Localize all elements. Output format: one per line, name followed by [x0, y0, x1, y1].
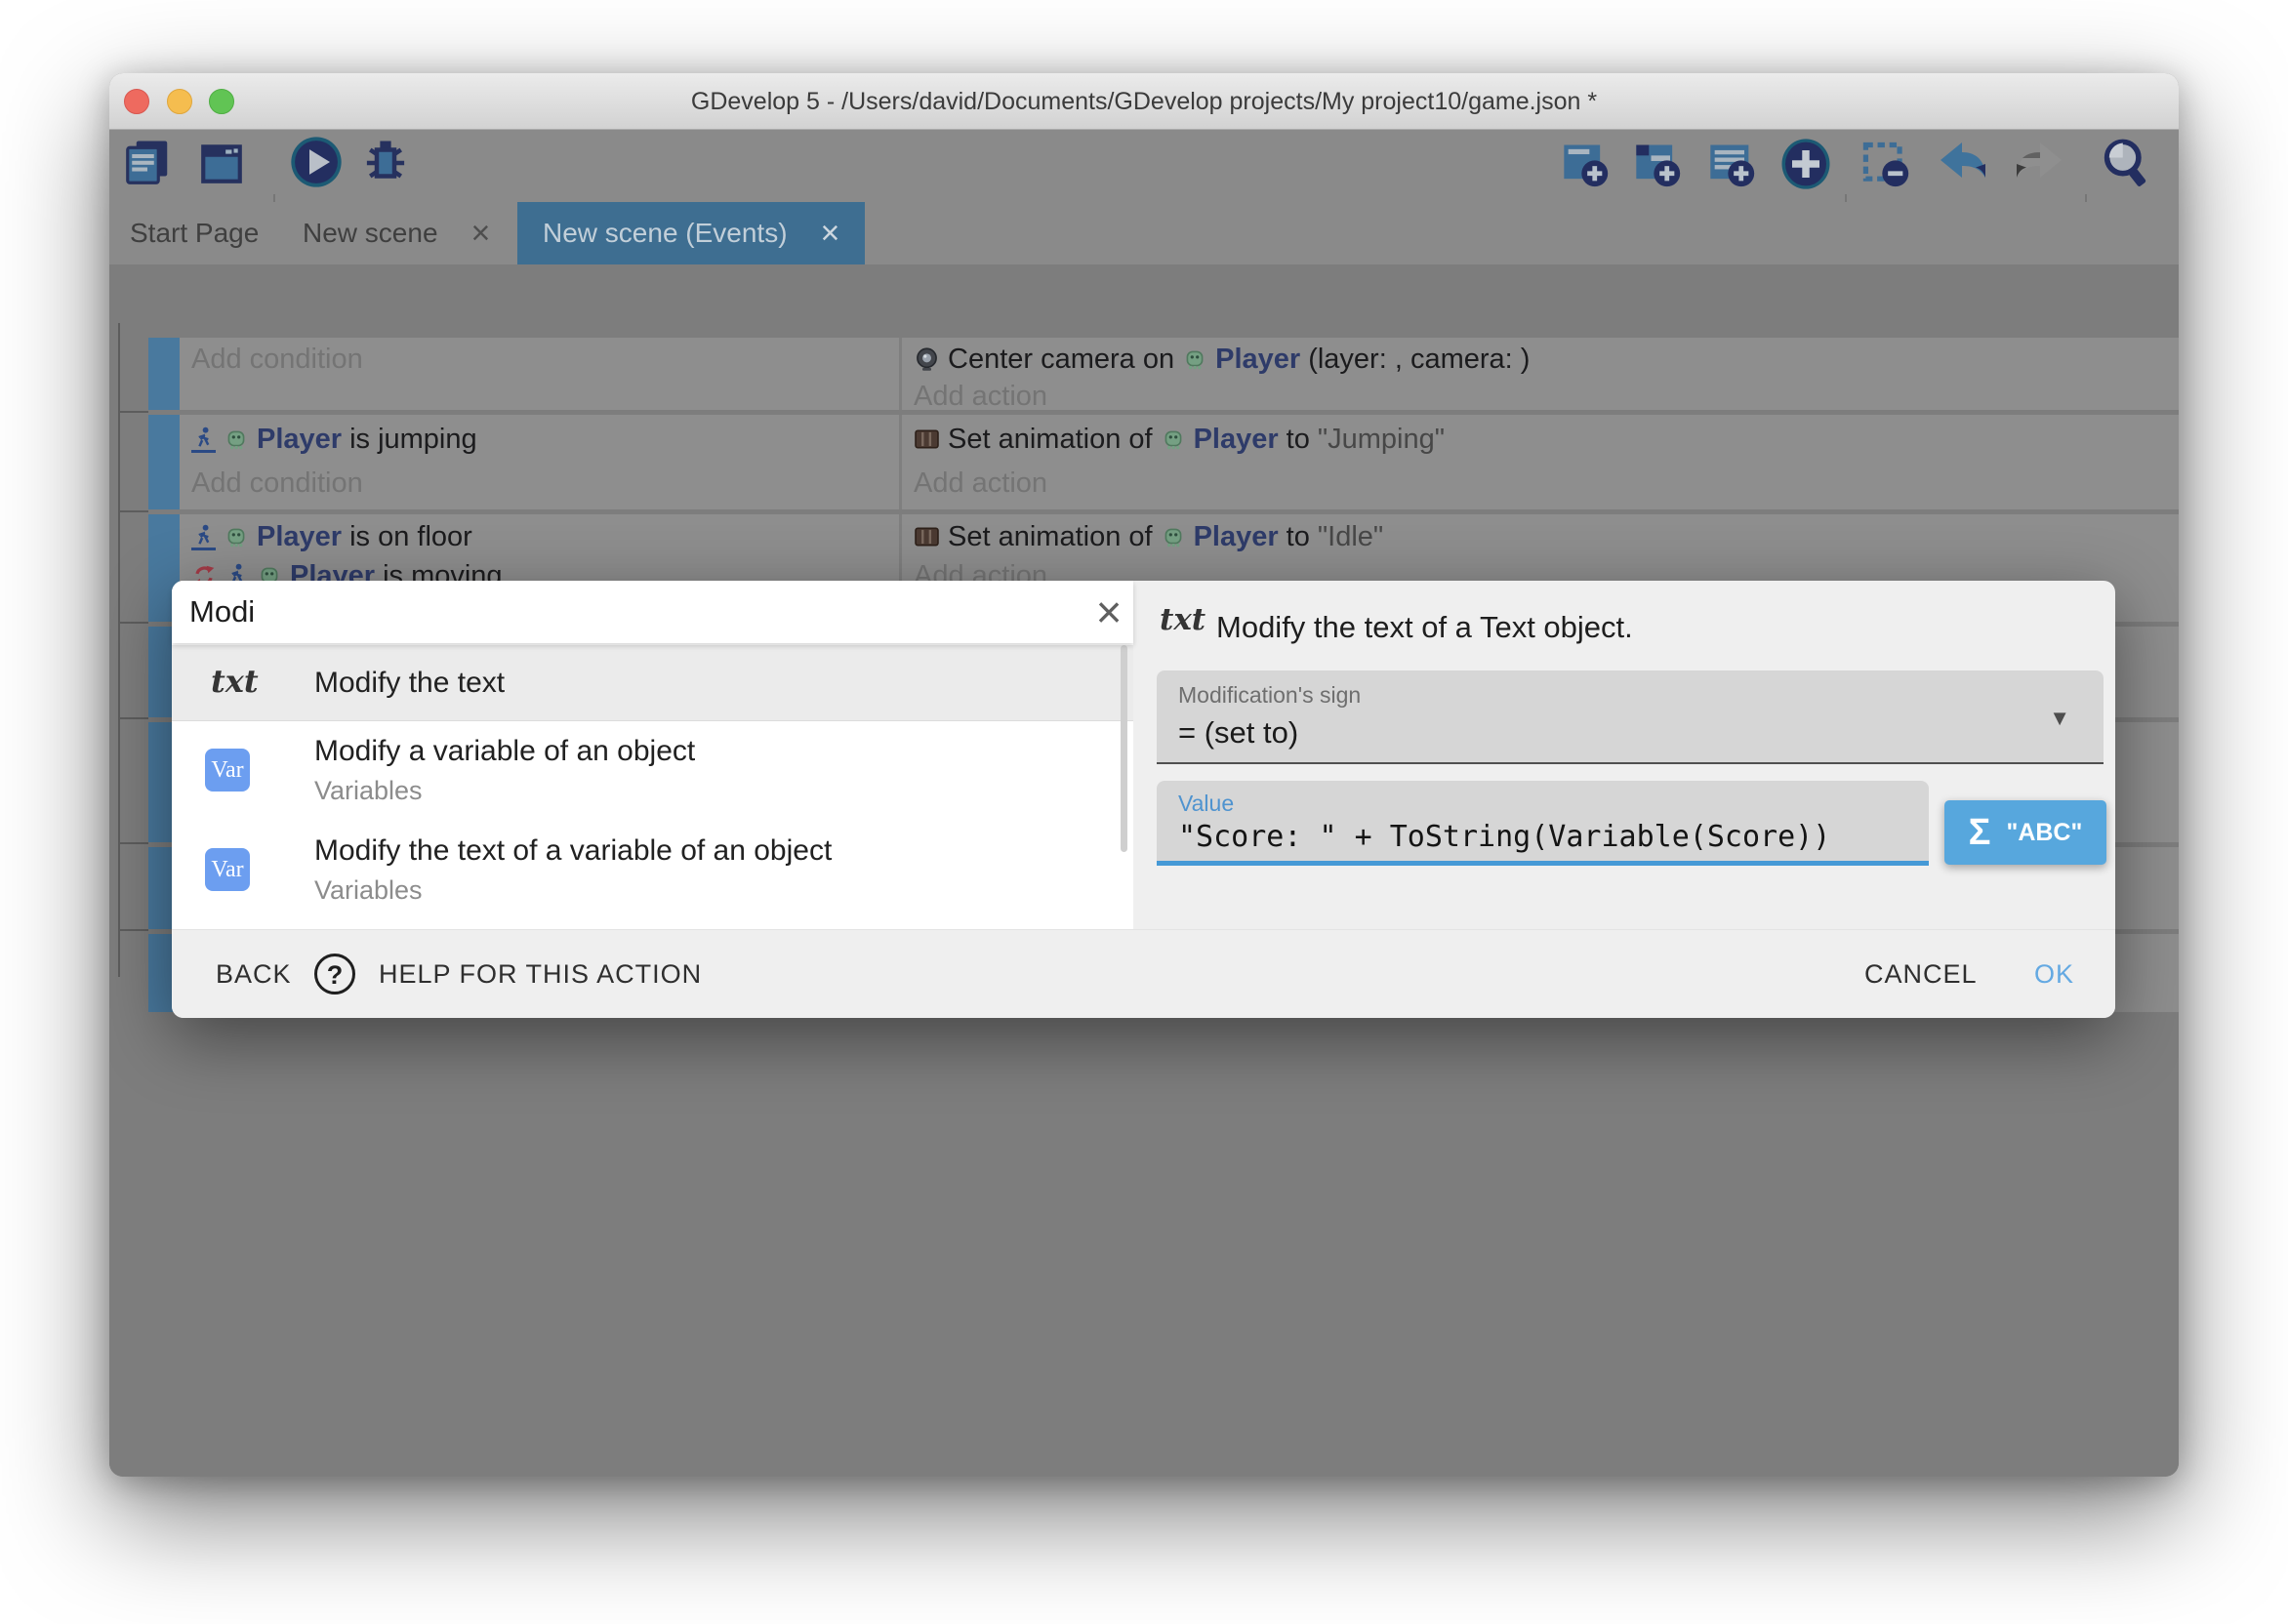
condition-action-divider: [899, 415, 902, 509]
event-tree-stub: [118, 842, 148, 844]
delete-selection-icon[interactable]: [1860, 139, 1911, 194]
ok-button[interactable]: OK: [2034, 930, 2074, 1019]
app-window: GDevelop 5 - /Users/david/Documents/GDev…: [109, 73, 2179, 1477]
camera-icon: [914, 346, 940, 373]
list-item-title: Modify the text: [314, 667, 505, 700]
window-title: GDevelop 5 - /Users/david/Documents/GDev…: [109, 73, 2179, 130]
expression-builder-button[interactable]: Σ "ABC": [1944, 800, 2106, 865]
close-icon[interactable]: ×: [1087, 583, 1130, 641]
player-object-icon: [1161, 426, 1186, 452]
list-scrollbar-thumb[interactable]: [1121, 645, 1127, 852]
field-label: Modification's sign: [1178, 682, 1361, 709]
add-event-icon[interactable]: [1560, 139, 1611, 194]
scene-editor-icon[interactable]: [197, 139, 246, 192]
project-manager-icon[interactable]: [121, 137, 174, 194]
list-item-modify-variable-text[interactable]: Var Modify the text of a variable of an …: [172, 825, 1133, 924]
tab-bar: Start Page New scene × New scene (Events…: [109, 202, 2179, 264]
instruction-editor-dialog: txt Modify the text Var Modify a variabl…: [172, 581, 2115, 1018]
focus-underline: [1157, 861, 1929, 866]
action-set-animation[interactable]: Set animation of Player to "Jumping": [914, 422, 1445, 457]
titlebar: GDevelop 5 - /Users/david/Documents/GDev…: [109, 73, 2179, 130]
back-button[interactable]: BACK: [216, 930, 292, 1019]
chevron-down-icon[interactable]: ▼: [2049, 706, 2070, 731]
add-comment-icon[interactable]: [1706, 139, 1757, 194]
variable-action-icon: Var: [205, 749, 250, 792]
add-condition-link[interactable]: Add condition: [191, 466, 363, 501]
add-condition-link[interactable]: Add condition: [191, 342, 363, 377]
list-item-modify-text[interactable]: txt Modify the text: [172, 645, 1133, 721]
event-tree-stub: [118, 929, 148, 931]
tab-new-scene-events[interactable]: New scene (Events) ×: [517, 202, 865, 264]
abc-label: "ABC": [2006, 819, 2082, 847]
search-input[interactable]: [189, 589, 1029, 635]
event-row: Add condition Center camera on Player (l…: [180, 338, 2179, 410]
animation-icon: [914, 525, 940, 548]
add-action-link[interactable]: Add action: [914, 379, 1047, 414]
text-action-icon: txt: [1160, 602, 1205, 637]
field-value: = (set to): [1178, 715, 1298, 751]
list-item-subtitle: Variables: [314, 776, 423, 806]
platformer-behavior-icon: [191, 523, 216, 550]
help-icon[interactable]: ?: [314, 954, 355, 995]
add-sub-event-icon[interactable]: [1632, 139, 1683, 194]
close-tab-icon[interactable]: ×: [471, 215, 491, 253]
condition-action-divider: [899, 338, 902, 410]
list-item-subtitle: Variables: [314, 875, 423, 906]
player-object-icon: [224, 426, 249, 452]
condition-is-jumping[interactable]: Player is jumping: [191, 422, 477, 457]
debug-icon[interactable]: [359, 137, 412, 194]
cancel-button[interactable]: CANCEL: [1864, 930, 1978, 1019]
action-set-animation[interactable]: Set animation of Player to "Idle": [914, 519, 1383, 554]
player-object-icon: [1182, 346, 1207, 372]
help-button[interactable]: HELP FOR THIS ACTION: [379, 930, 702, 1019]
zoom-window-button[interactable]: [209, 89, 234, 114]
platformer-behavior-icon: [191, 426, 216, 453]
tab-label: New scene: [303, 218, 438, 249]
player-object-icon: [1161, 524, 1186, 549]
list-item-title: Modify a variable of an object: [314, 735, 695, 768]
text-action-icon: txt: [211, 663, 259, 700]
expression-text: "Score: " + ToString(Variable(Score)): [1178, 820, 1830, 854]
event-bar[interactable]: [148, 415, 180, 509]
tab-start-page[interactable]: Start Page: [130, 202, 259, 264]
value-expression-field[interactable]: Value "Score: " + ToString(Variable(Scor…: [1157, 781, 1929, 866]
player-object-icon: [224, 524, 249, 549]
variable-action-icon: Var: [205, 848, 250, 891]
sigma-icon: Σ: [1969, 812, 1991, 854]
condition-is-on-floor[interactable]: Player is on floor: [191, 519, 472, 554]
field-label: Value: [1178, 791, 1234, 817]
list-item-title: Modify the text of a variable of an obje…: [314, 834, 832, 868]
toolbar: [109, 130, 2179, 202]
event-tree-stub: [118, 717, 148, 719]
list-item-modify-variable[interactable]: Var Modify a variable of an object Varia…: [172, 723, 1133, 825]
undo-icon[interactable]: [1937, 141, 1991, 192]
search-icon[interactable]: [2101, 137, 2151, 196]
add-action-link[interactable]: Add action: [914, 466, 1047, 501]
event-tree-line: [118, 323, 120, 977]
event-bar[interactable]: [148, 338, 180, 410]
event-tree-stub: [118, 622, 148, 624]
close-window-button[interactable]: [124, 89, 149, 114]
dialog-action-title: Modify the text of a Text object.: [1216, 610, 1633, 645]
action-center-camera[interactable]: Center camera on Player (layer: , camera…: [914, 342, 1530, 377]
tab-new-scene[interactable]: New scene ×: [303, 202, 490, 264]
animation-icon: [914, 427, 940, 451]
tab-label: New scene (Events): [543, 218, 788, 249]
event-row: Player is jumping Add condition Set anim…: [180, 415, 2179, 509]
close-tab-icon[interactable]: ×: [821, 215, 840, 253]
dialog-footer: BACK ? HELP FOR THIS ACTION CANCEL OK: [172, 929, 2115, 1018]
event-tree-stub: [118, 411, 148, 413]
minimize-window-button[interactable]: [167, 89, 192, 114]
preview-play-icon[interactable]: [289, 135, 344, 194]
tab-label: Start Page: [130, 218, 259, 249]
action-search-bar: ×: [172, 581, 1133, 643]
redo-icon[interactable]: [2011, 141, 2065, 192]
event-tree-stub: [118, 510, 148, 512]
modification-sign-select[interactable]: Modification's sign = (set to) ▼: [1157, 670, 2104, 764]
add-more-icon[interactable]: [1778, 137, 1833, 196]
